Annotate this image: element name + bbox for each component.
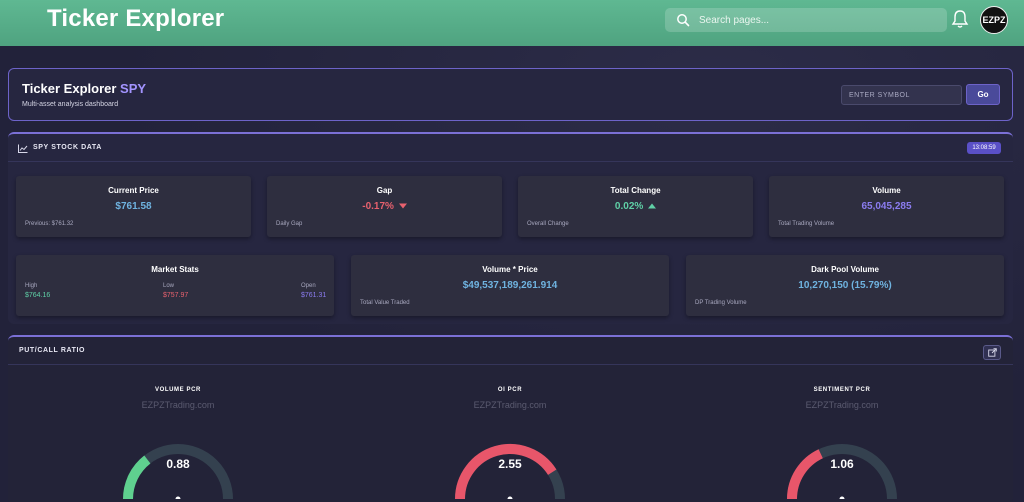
pcr-section-title: PUT/CALL RATIO (19, 347, 86, 354)
total-change-value: 0.02% (518, 201, 753, 212)
up-arrow-icon (648, 203, 657, 209)
gauge-needle-dot (175, 496, 181, 499)
low-label: Low (163, 283, 175, 289)
pcr-section-header: PUT/CALL RATIO (8, 337, 1013, 365)
gauge-needle-dot (507, 496, 513, 499)
page-subtitle: Multi-asset analysis dashboard (22, 101, 119, 108)
app-title: Ticker Explorer (47, 5, 225, 32)
volume-value: 65,045,285 (861, 201, 912, 212)
current-price-label: Current Price (108, 186, 159, 195)
time-badge: 13:08:59 (967, 142, 1001, 154)
gauge-watermark: EZPZTrading.com (805, 400, 879, 410)
gap-label: Gap (376, 186, 393, 195)
volume-sub: Total Trading Volume (778, 221, 835, 227)
open-stat: Open $761.31 (301, 283, 326, 299)
search-input[interactable] (699, 14, 929, 26)
market-stats-label: Market Stats (151, 265, 199, 274)
dark-pool-label: Dark Pool Volume (811, 265, 879, 274)
gauge-title: VOLUME PCR (154, 387, 201, 393)
gauge-title: OI PCR (497, 387, 523, 393)
volume-card: Volume 65,045,285 Total Trading Volume (769, 176, 1004, 237)
page-title: Ticker Explorer SPY (22, 81, 146, 96)
stock-section-header: SPY STOCK DATA 13:08:59 (8, 134, 1013, 162)
current-price-card: Current Price $761.58 Previous: $761.32 (16, 176, 251, 237)
gauge-needle-dot (839, 496, 845, 499)
total-change-card: Total Change 0.02% Overall Change (518, 176, 753, 237)
open-value: $761.31 (301, 292, 327, 299)
low-stat: Low $757.97 (163, 283, 188, 299)
stock-section-title: SPY STOCK DATA (33, 144, 102, 151)
gap-value-text: -0.17% (362, 201, 394, 212)
gap-sub: Daily Gap (276, 221, 303, 227)
volume-price-value: $49,537,189,261.914 (462, 280, 558, 291)
bell-icon[interactable] (951, 9, 969, 29)
high-stat: High $764.16 (25, 283, 50, 299)
oi-pcr-gauge: OI PCR EZPZTrading.com 2.55 (410, 387, 610, 499)
previous-price: Previous: $761.32 (25, 221, 74, 227)
market-stats-card: Market Stats High $764.16 Low $757.97 Op… (16, 255, 334, 316)
volume-pcr-gauge: VOLUME PCR EZPZTrading.com 0.88 (78, 387, 278, 499)
volume-label: Volume (872, 186, 901, 195)
dark-pool-card: Dark Pool Volume 10,270,150 (15.79%) DP … (686, 255, 1004, 316)
volume-price-sub: Total Value Traded (360, 300, 410, 306)
volume-price-card: Volume * Price $49,537,189,261.914 Total… (351, 255, 669, 316)
high-value: $764.16 (25, 292, 51, 299)
gauge-value: 0.88 (166, 457, 190, 471)
high-label: High (25, 283, 38, 289)
gap-card: Gap -0.17% Daily Gap (267, 176, 502, 237)
current-symbol: SPY (120, 81, 147, 96)
low-value: $757.97 (163, 292, 189, 299)
avatar[interactable]: EZPZ (980, 6, 1008, 34)
search-box[interactable] (665, 8, 947, 32)
current-price-value: $761.58 (115, 201, 152, 212)
put-call-ratio-section: PUT/CALL RATIO VOLUME PCR EZPZTrading.co… (8, 335, 1013, 502)
total-change-value-text: 0.02% (614, 201, 644, 212)
go-button[interactable]: Go (966, 84, 1000, 105)
external-link-icon (987, 348, 997, 357)
avatar-text: EZPZ (982, 15, 1006, 25)
ticker-header-card: Ticker Explorer SPY Multi-asset analysis… (8, 68, 1013, 121)
page-title-text: Ticker Explorer (22, 81, 117, 96)
symbol-input[interactable] (841, 85, 962, 105)
open-external-button[interactable] (983, 345, 1001, 360)
dark-pool-sub: DP Trading Volume (695, 300, 747, 306)
top-header: Ticker Explorer EZPZ (0, 0, 1024, 46)
total-change-label: Total Change (610, 186, 661, 195)
chart-icon (18, 144, 28, 153)
open-label: Open (301, 283, 316, 289)
gauge-title: SENTIMENT PCR (813, 387, 871, 393)
stock-data-section: SPY STOCK DATA 13:08:59 Current Price $7… (8, 132, 1013, 324)
dark-pool-value: 10,270,150 (15.79%) (798, 280, 892, 291)
volume-price-label: Volume * Price (482, 265, 538, 274)
gauge-watermark: EZPZTrading.com (473, 400, 547, 410)
search-icon (677, 14, 690, 27)
gauge-watermark: EZPZTrading.com (141, 400, 215, 410)
gap-value: -0.17% (267, 201, 502, 212)
gauge-value: 1.06 (830, 457, 854, 471)
down-arrow-icon (398, 203, 407, 209)
gauge-value: 2.55 (498, 457, 522, 471)
total-change-sub: Overall Change (527, 221, 569, 227)
sentiment-pcr-gauge: SENTIMENT PCR EZPZTrading.com 1.06 (742, 387, 942, 499)
